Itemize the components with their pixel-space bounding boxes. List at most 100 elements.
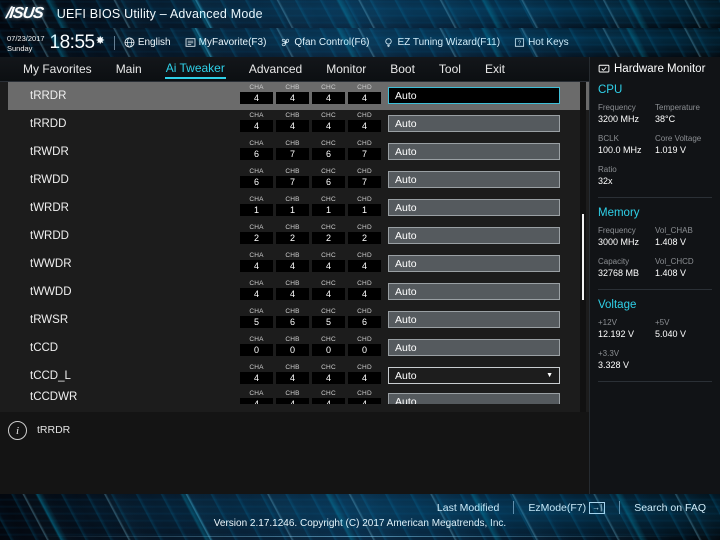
channel-header: CHA bbox=[249, 224, 264, 231]
setting-row[interactable]: tWRDD CHA 2 CHB 2 CHC 2 CHD 2 Auto bbox=[0, 222, 589, 250]
hw-reading-label: +12V bbox=[598, 318, 617, 327]
setting-label: tRRDD bbox=[30, 118, 67, 130]
channel-header: CHA bbox=[249, 280, 264, 287]
setting-row[interactable]: tRWDR CHA 6 CHB 7 CHC 6 CHD 7 Auto bbox=[0, 138, 589, 166]
channel-value: 4 bbox=[312, 398, 345, 404]
ezmode-button[interactable]: EzMode(F7) →| bbox=[528, 501, 606, 514]
channel-cha: CHA 4 bbox=[240, 280, 273, 300]
scrollbar-thumb[interactable] bbox=[582, 214, 584, 300]
setting-row[interactable]: tRWSR CHA 5 CHB 6 CHC 5 CHD 6 Auto bbox=[0, 306, 589, 334]
channel-chc: CHC 4 bbox=[312, 364, 345, 384]
search-on-faq-button[interactable]: Search on FAQ bbox=[634, 502, 706, 514]
settings-list: tRRDR CHA 4 CHB 4 CHC 4 CHD 4 Auto tRRDD CHA 4 CHB 4 CH… bbox=[0, 82, 589, 412]
setting-value-input[interactable]: Auto bbox=[388, 171, 560, 188]
toolbar-item-hotkeys[interactable]: ? Hot Keys bbox=[514, 37, 569, 48]
channel-header: CHD bbox=[357, 280, 372, 287]
setting-value-input[interactable]: Auto bbox=[388, 87, 560, 104]
setting-value-input[interactable]: Auto bbox=[388, 227, 560, 244]
setting-row[interactable]: tWWDR CHA 4 CHB 4 CHC 4 CHD 4 Auto bbox=[0, 250, 589, 278]
channel-value: 1 bbox=[348, 204, 381, 216]
channel-chb: CHB 1 bbox=[276, 196, 309, 216]
channel-header: CHC bbox=[321, 196, 336, 203]
channel-chc: CHC 4 bbox=[312, 252, 345, 272]
hw-section-title-memory: Memory bbox=[598, 207, 640, 219]
setting-value-input[interactable]: Auto bbox=[388, 199, 560, 216]
gear-icon[interactable]: ✸ bbox=[96, 35, 105, 47]
channel-header: CHA bbox=[249, 390, 264, 397]
setting-value-input[interactable]: Auto bbox=[388, 283, 560, 300]
nav-tab-my-favorites[interactable]: My Favorites bbox=[22, 60, 93, 78]
setting-row[interactable]: tRWDD CHA 6 CHB 7 CHC 6 CHD 7 Auto bbox=[0, 166, 589, 194]
channel-value: 4 bbox=[276, 260, 309, 272]
setting-value-input[interactable]: Auto bbox=[388, 339, 560, 356]
bios-window: /ISUS UEFI BIOS Utility – Advanced Mode … bbox=[0, 0, 720, 540]
nav-tab-exit[interactable]: Exit bbox=[484, 60, 506, 78]
channel-chc: CHC 4 bbox=[312, 84, 345, 104]
footer-divider-2 bbox=[619, 501, 621, 514]
channel-header: CHA bbox=[249, 196, 264, 203]
channel-header: CHD bbox=[357, 308, 372, 315]
setting-dropdown[interactable]: Auto ▼ bbox=[388, 367, 560, 384]
toolbar-item-eztuning[interactable]: EZ Tuning Wizard(F11) bbox=[383, 37, 500, 48]
channel-value: 5 bbox=[312, 316, 345, 328]
chevron-down-icon[interactable]: ▼ bbox=[546, 372, 553, 379]
version-text: Version 2.17.1246. Copyright (C) 2017 Am… bbox=[213, 518, 507, 529]
nav-tab-boot[interactable]: Boot bbox=[389, 60, 416, 78]
toolbar-item-qfan[interactable]: Qfan Control(F6) bbox=[280, 37, 369, 48]
channel-header: CHA bbox=[249, 364, 264, 371]
channel-header: CHC bbox=[321, 112, 336, 119]
channel-chd: CHD 4 bbox=[348, 280, 381, 300]
setting-value-input[interactable]: Auto bbox=[388, 143, 560, 160]
setting-row[interactable]: tRRDD CHA 4 CHB 4 CHC 4 CHD 4 Auto bbox=[0, 110, 589, 138]
channel-value: 4 bbox=[348, 92, 381, 104]
channel-group: CHA 4 CHB 4 CHC 4 CHD 4 bbox=[240, 112, 384, 132]
hw-reading: Temperature 38°C bbox=[655, 102, 712, 125]
hw-reading-value: 3000 MHz bbox=[598, 237, 640, 247]
setting-label: tCCD bbox=[30, 342, 59, 354]
setting-row[interactable]: tWWDD CHA 4 CHB 4 CHC 4 CHD 4 Auto bbox=[0, 278, 589, 306]
setting-row[interactable]: tCCD_L CHA 4 CHB 4 CHC 4 CHD 4 Auto ▼ bbox=[0, 362, 589, 390]
hw-section-divider bbox=[598, 381, 712, 382]
setting-row[interactable]: tCCD CHA 0 CHB 0 CHC 0 CHD 0 Auto bbox=[0, 334, 589, 362]
channel-value: 2 bbox=[348, 232, 381, 244]
channel-value: 4 bbox=[348, 398, 381, 404]
toolbar-item-myfavorite[interactable]: MyFavorite(F3) bbox=[185, 37, 266, 48]
channel-header: CHB bbox=[285, 308, 300, 315]
channel-header: CHB bbox=[285, 196, 300, 203]
channel-chc: CHC 1 bbox=[312, 196, 345, 216]
setting-value-input[interactable]: Auto bbox=[388, 255, 560, 272]
channel-value: 6 bbox=[348, 316, 381, 328]
setting-value-input[interactable]: Auto bbox=[388, 393, 560, 404]
hw-section-title-voltage: Voltage bbox=[598, 299, 637, 311]
channel-chb: CHB 2 bbox=[276, 224, 309, 244]
setting-value-input[interactable]: Auto bbox=[388, 311, 560, 328]
setting-value-text: Auto bbox=[395, 313, 417, 326]
channel-chb: CHB 4 bbox=[276, 112, 309, 132]
channel-chc: CHC 5 bbox=[312, 308, 345, 328]
channel-header: CHD bbox=[357, 224, 372, 231]
hw-reading: Frequency 3000 MHz bbox=[598, 225, 655, 248]
nav-tab-monitor[interactable]: Monitor bbox=[325, 60, 367, 78]
nav-tab-main[interactable]: Main bbox=[115, 60, 143, 78]
ezmode-arrow-icon: →| bbox=[589, 501, 606, 514]
last-modified-button[interactable]: Last Modified bbox=[437, 502, 499, 514]
channel-header: CHD bbox=[357, 364, 372, 371]
nav-tab-ai-tweaker[interactable]: Ai Tweaker bbox=[164, 59, 226, 79]
channel-header: CHC bbox=[321, 390, 336, 397]
toolbar-item-english[interactable]: English bbox=[124, 37, 171, 48]
help-bar: i tRRDR bbox=[0, 412, 589, 494]
content-scrollbar[interactable] bbox=[580, 82, 586, 412]
hardware-monitor-panel: Hardware Monitor CPU Frequency 3200 MHz Tem… bbox=[589, 57, 720, 494]
channel-chc: CHC 2 bbox=[312, 224, 345, 244]
hw-section-grid: Frequency 3200 MHz Temperature 38°C BCLK 100.… bbox=[598, 102, 712, 195]
nav-tab-tool[interactable]: Tool bbox=[438, 60, 462, 78]
setting-row[interactable]: tRRDR CHA 4 CHB 4 CHC 4 CHD 4 Auto bbox=[0, 82, 589, 110]
hw-reading: Frequency 3200 MHz bbox=[598, 102, 655, 125]
nav-tab-advanced[interactable]: Advanced bbox=[248, 60, 303, 78]
setting-value-input[interactable]: Auto bbox=[388, 115, 560, 132]
hw-reading-label: +5V bbox=[655, 318, 670, 327]
channel-chd: CHD 2 bbox=[348, 224, 381, 244]
setting-row[interactable]: tCCDWR CHA 4 CHB 4 CHC 4 CHD 4 Auto bbox=[0, 390, 589, 404]
channel-chd: CHD 6 bbox=[348, 308, 381, 328]
setting-row[interactable]: tWRDR CHA 1 CHB 1 CHC 1 CHD 1 Auto bbox=[0, 194, 589, 222]
